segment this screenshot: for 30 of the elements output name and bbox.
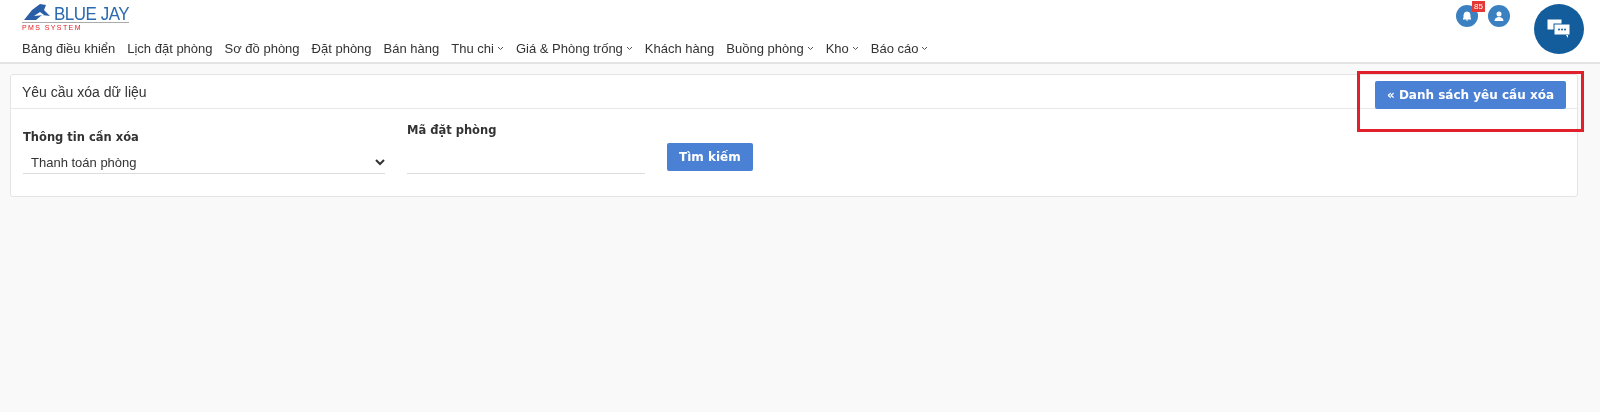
- nav-item[interactable]: Báo cáo: [870, 41, 929, 56]
- field-label: Mã đặt phòng: [407, 123, 498, 137]
- nav-item[interactable]: Giá & Phòng trống: [515, 41, 633, 56]
- notification-count: 85: [1472, 1, 1485, 12]
- nav-item[interactable]: Bán hàng: [383, 41, 440, 56]
- nav-item[interactable]: Kho: [825, 41, 859, 56]
- nav-item[interactable]: Bảng điều khiển: [22, 41, 116, 56]
- nav-item[interactable]: Khách hàng: [644, 41, 715, 56]
- request-list-button[interactable]: « Danh sách yêu cầu xóa: [1374, 80, 1566, 109]
- chevron-down-icon: [375, 159, 385, 166]
- select-field[interactable]: Thanh toán phòng: [23, 152, 385, 174]
- nav-item[interactable]: Thu chi: [451, 41, 504, 56]
- chevron-down-icon: [625, 46, 633, 51]
- card-title: Yêu cầu xóa dữ liệu: [22, 83, 147, 100]
- chevron-down-icon: [496, 46, 504, 51]
- chevron-down-icon: [851, 46, 859, 51]
- field-label: Thông tin cần xóa: [23, 130, 140, 144]
- nav-item[interactable]: Buồng phòng: [726, 41, 814, 56]
- nav-item[interactable]: Lịch đặt phòng: [127, 41, 213, 56]
- chevron-down-icon: [806, 46, 814, 51]
- logo-name: BLUE JAY: [54, 4, 130, 23]
- chat-button[interactable]: [1534, 4, 1584, 54]
- chevron-down-icon: [921, 46, 929, 51]
- bell-icon: [1461, 10, 1473, 22]
- search-button[interactable]: Tìm kiếm: [667, 143, 753, 171]
- nav-item[interactable]: Đặt phòng: [311, 41, 372, 56]
- chat-icon: [1546, 18, 1572, 40]
- nav-item[interactable]: Sơ đồ phòng: [224, 41, 300, 56]
- user-button[interactable]: [1488, 5, 1510, 27]
- user-icon: [1493, 10, 1505, 22]
